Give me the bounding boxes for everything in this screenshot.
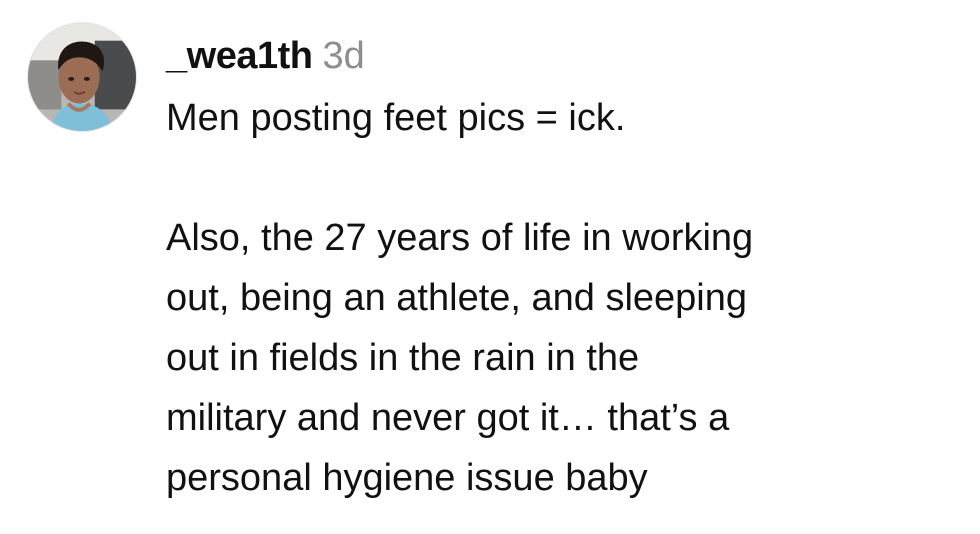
comment-paragraph-line: Also, the 27 years of life in working	[166, 217, 754, 259]
username[interactable]: _wea1th	[166, 35, 313, 77]
avatar[interactable]	[27, 22, 137, 132]
comment-paragraph-line: military and never got it… that’s a	[166, 397, 730, 439]
comment-paragraph: Also, the 27 years of life in working ou…	[166, 208, 966, 508]
comment-line-1: Men posting feet pics = ick.	[166, 97, 626, 139]
comment-paragraph-line: out, being an athlete, and sleeping	[166, 277, 748, 319]
comment-header: _wea1th 3d	[166, 30, 966, 82]
timestamp[interactable]: 3d	[322, 35, 364, 77]
comment-paragraph-line: out in fields in the rain in the	[166, 337, 640, 379]
profile-photo-icon	[28, 23, 136, 131]
comment-content: _wea1th 3d Men posting feet pics = ick. A…	[166, 30, 966, 508]
comment-paragraph-line: personal hygiene issue baby	[166, 457, 648, 499]
comment: _wea1th 3d Men posting feet pics = ick. A…	[0, 0, 980, 534]
